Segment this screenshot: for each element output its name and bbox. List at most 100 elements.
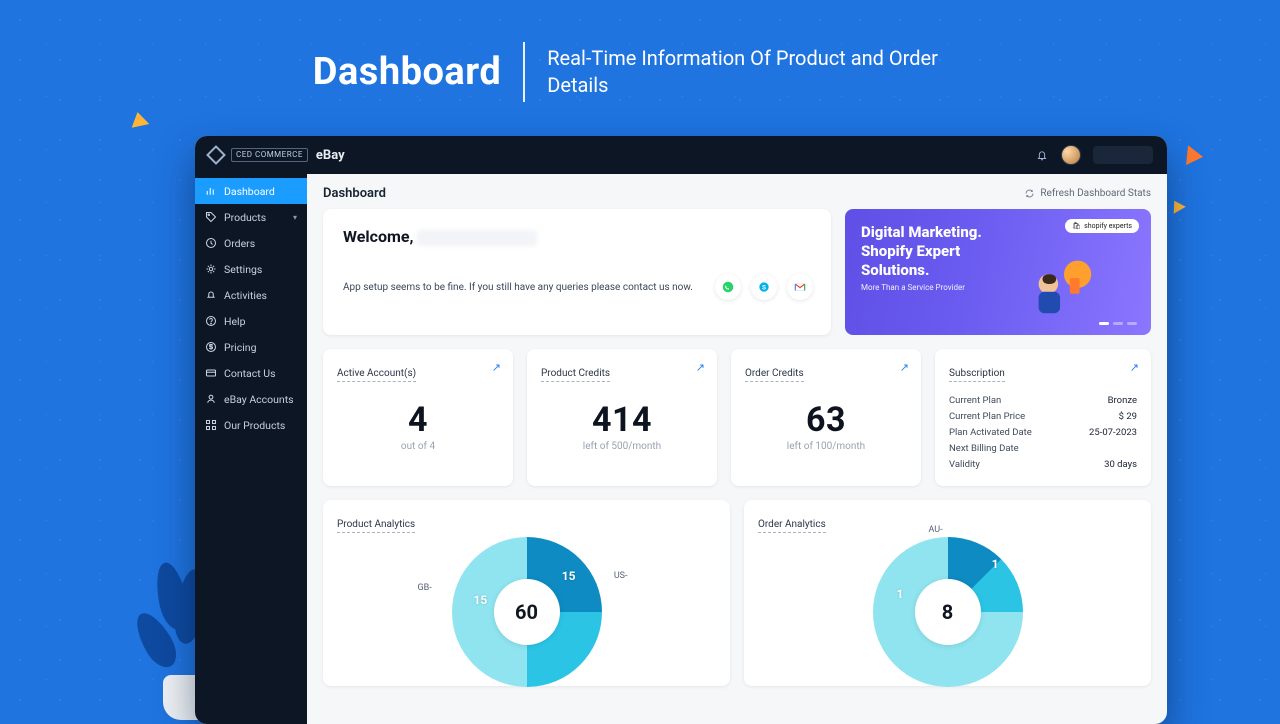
notification-bell-icon[interactable] bbox=[1035, 148, 1049, 162]
stat-value: 63 bbox=[745, 400, 907, 440]
subscription-row: Plan Activated Date25-07-2023 bbox=[949, 424, 1137, 440]
sidebar-item-settings[interactable]: Settings bbox=[195, 256, 307, 282]
help-icon bbox=[205, 315, 217, 327]
product-analytics-donut: 60 GB- US- 15 15 bbox=[452, 537, 602, 687]
subscription-row: Current PlanBronze bbox=[949, 392, 1137, 408]
welcome-name-blurred bbox=[417, 230, 537, 246]
donut-slice-value: 1 bbox=[992, 557, 999, 571]
sidebar-item-label: Our Products bbox=[224, 419, 285, 432]
donut-slice-value: 15 bbox=[562, 569, 576, 583]
skype-icon[interactable]: S bbox=[751, 274, 777, 300]
card-icon bbox=[205, 367, 217, 379]
subscription-card: Subscription ↗ Current PlanBronze Curren… bbox=[935, 349, 1151, 486]
topbar: CED COMMERCE eBay bbox=[195, 136, 1167, 174]
sidebar-item-label: Pricing bbox=[224, 341, 256, 354]
promo-pill: 🛍 shopify experts bbox=[1065, 219, 1139, 233]
stat-title: Subscription bbox=[949, 368, 1005, 382]
stat-card-product-credits: Product Credits ↗ 414 left of 500/month bbox=[527, 349, 717, 486]
sidebar-item-label: Products bbox=[224, 211, 266, 224]
svg-text:S: S bbox=[762, 283, 766, 291]
divider bbox=[523, 42, 525, 102]
donut-label: AU- bbox=[929, 525, 943, 535]
sidebar: Dashboard Products ▾ Orders Settings Act… bbox=[195, 174, 307, 724]
sidebar-item-our-products[interactable]: Our Products bbox=[195, 412, 307, 438]
sidebar-item-label: Dashboard bbox=[224, 185, 275, 198]
account-menu[interactable] bbox=[1093, 146, 1153, 164]
stat-sub: left of 100/month bbox=[745, 441, 907, 452]
brand-box: CED COMMERCE bbox=[231, 148, 308, 162]
welcome-card: Welcome, App setup seems to be fine. If … bbox=[323, 209, 831, 335]
analytics-title: Product Analytics bbox=[337, 519, 415, 533]
brand-name: eBay bbox=[316, 148, 345, 163]
hero-title: Dashboard bbox=[313, 50, 501, 94]
user-icon bbox=[205, 393, 217, 405]
promo-banner[interactable]: 🛍 shopify experts Digital Marketing. Sho… bbox=[845, 209, 1151, 335]
sidebar-item-label: Settings bbox=[224, 263, 262, 276]
stat-card-active-accounts: Active Account(s) ↗ 4 out of 4 bbox=[323, 349, 513, 486]
gmail-icon[interactable] bbox=[787, 274, 813, 300]
clock-icon bbox=[205, 237, 217, 249]
sidebar-item-label: Activities bbox=[224, 289, 267, 302]
order-analytics-donut: 8 AU- 1 1 bbox=[873, 537, 1023, 687]
welcome-heading: Welcome, bbox=[343, 227, 813, 246]
dollar-icon bbox=[205, 341, 217, 353]
stat-card-order-credits: Order Credits ↗ 63 left of 100/month bbox=[731, 349, 921, 486]
brand: CED COMMERCE eBay bbox=[209, 148, 345, 163]
subscription-row: Next Billing Date bbox=[949, 440, 1137, 456]
external-link-icon[interactable]: ↗ bbox=[1130, 361, 1139, 374]
refresh-label: Refresh Dashboard Stats bbox=[1040, 188, 1151, 199]
external-link-icon[interactable]: ↗ bbox=[492, 361, 501, 374]
external-link-icon[interactable]: ↗ bbox=[900, 361, 909, 374]
decoration-triangle bbox=[1186, 145, 1204, 167]
sidebar-item-help[interactable]: Help bbox=[195, 308, 307, 334]
stat-title: Active Account(s) bbox=[337, 368, 416, 382]
analytics-title: Order Analytics bbox=[758, 519, 826, 533]
whatsapp-icon[interactable] bbox=[715, 274, 741, 300]
setup-status-text: App setup seems to be fine. If you still… bbox=[343, 282, 693, 293]
avatar[interactable] bbox=[1061, 145, 1081, 165]
sidebar-item-activities[interactable]: Activities bbox=[195, 282, 307, 308]
sidebar-item-contact[interactable]: Contact Us bbox=[195, 360, 307, 386]
sidebar-item-label: Orders bbox=[224, 237, 255, 250]
donut-slice-value: 1 bbox=[897, 587, 904, 601]
sidebar-item-pricing[interactable]: Pricing bbox=[195, 334, 307, 360]
gear-icon bbox=[205, 263, 217, 275]
main: Dashboard Refresh Dashboard Stats Welcom… bbox=[307, 174, 1167, 724]
donut-slice-value: 15 bbox=[474, 593, 488, 607]
order-analytics-card: Order Analytics 8 AU- 1 1 bbox=[744, 500, 1151, 686]
sidebar-item-dashboard[interactable]: Dashboard bbox=[195, 178, 307, 204]
sidebar-item-label: eBay Accounts bbox=[224, 393, 294, 406]
refresh-button[interactable]: Refresh Dashboard Stats bbox=[1024, 188, 1151, 199]
tag-icon bbox=[205, 211, 217, 223]
subscription-row: Validity30 days bbox=[949, 456, 1137, 472]
app-window: CED COMMERCE eBay Dashboard Products ▾ bbox=[195, 136, 1167, 724]
stat-title: Order Credits bbox=[745, 368, 804, 382]
product-analytics-card: Product Analytics 60 GB- US- 15 15 bbox=[323, 500, 730, 686]
page-title: Dashboard bbox=[323, 186, 386, 201]
hero-subtitle: Real-Time Information Of Product and Ord… bbox=[547, 45, 967, 99]
stat-sub: out of 4 bbox=[337, 441, 499, 452]
chart-bar-icon bbox=[205, 185, 217, 197]
sidebar-item-ebay-accounts[interactable]: eBay Accounts bbox=[195, 386, 307, 412]
stat-sub: left of 500/month bbox=[541, 441, 703, 452]
external-link-icon[interactable]: ↗ bbox=[696, 361, 705, 374]
carousel-dots[interactable] bbox=[1099, 322, 1137, 325]
subscription-row: Current Plan Price$ 29 bbox=[949, 408, 1137, 424]
chevron-down-icon: ▾ bbox=[293, 213, 297, 222]
grid-icon bbox=[205, 419, 217, 431]
donut-label: US- bbox=[614, 571, 628, 581]
promo-illustration bbox=[1023, 245, 1101, 327]
stat-value: 4 bbox=[337, 400, 499, 440]
sidebar-item-label: Contact Us bbox=[224, 367, 276, 380]
brand-logo-icon bbox=[206, 145, 226, 165]
donut-center-value: 60 bbox=[494, 579, 560, 645]
donut-center-value: 8 bbox=[915, 579, 981, 645]
refresh-icon bbox=[1024, 188, 1035, 199]
stat-value: 414 bbox=[541, 400, 703, 440]
sidebar-item-orders[interactable]: Orders bbox=[195, 230, 307, 256]
stat-title: Product Credits bbox=[541, 368, 610, 382]
sidebar-item-products[interactable]: Products ▾ bbox=[195, 204, 307, 230]
donut-label: GB- bbox=[418, 583, 432, 593]
sidebar-item-label: Help bbox=[224, 315, 246, 328]
promo-title: Digital Marketing. Shopify Expert Soluti… bbox=[861, 223, 1031, 279]
